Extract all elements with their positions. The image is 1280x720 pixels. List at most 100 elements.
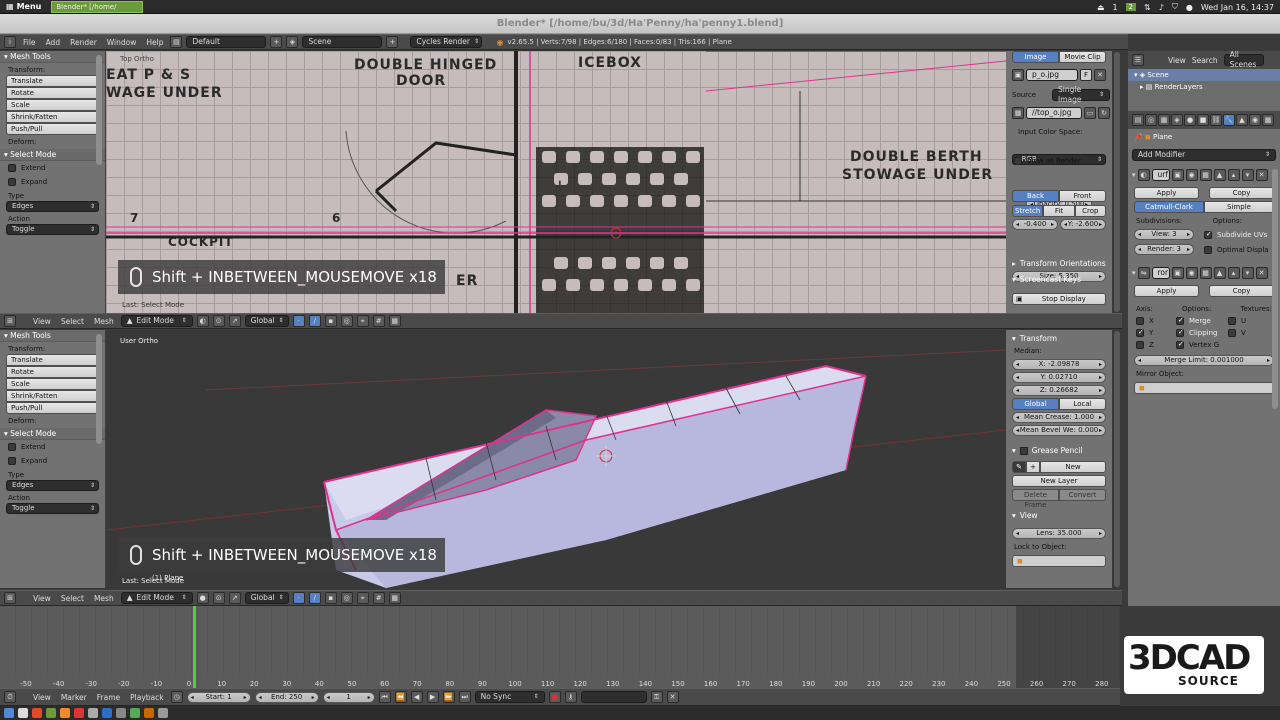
menu-select[interactable]: Select [58, 594, 87, 603]
median-x-field[interactable]: X: -2.09878 [1012, 359, 1106, 370]
median-z-field[interactable]: Z: 0.26682 [1012, 385, 1106, 396]
menu-render[interactable]: Render [67, 38, 100, 47]
tool-shelf-scrollbar[interactable] [96, 55, 102, 165]
extend-checkbox[interactable]: Extend [0, 440, 105, 454]
editmode-toggle-icon[interactable]: ▦ [1199, 169, 1212, 181]
image-app-icon[interactable] [144, 708, 154, 718]
user-ortho-viewport[interactable]: User Ortho Shift + INBETWEEN_MOUSEMOVE x… [106, 330, 1006, 588]
cage-toggle-icon[interactable]: ▲ [1213, 267, 1226, 279]
workspace-2[interactable]: 2 [1125, 3, 1137, 11]
outliner-filter-dropdown[interactable]: All Scenes [1223, 50, 1264, 69]
volume-icon[interactable]: ♪ [1159, 3, 1164, 12]
cage-toggle-icon[interactable]: ▲ [1213, 169, 1226, 181]
outliner-view-menu[interactable]: View [1168, 56, 1186, 65]
tab-movie-clip[interactable]: Movie Clip [1059, 51, 1106, 63]
proportional-edit-icon[interactable]: ◎ [340, 315, 353, 327]
fit-button[interactable]: Fit [1043, 205, 1075, 217]
pencil-icon[interactable]: ✎ [1012, 461, 1026, 473]
office-icon[interactable] [130, 708, 140, 718]
play-icon[interactable]: ▶ [426, 691, 439, 703]
translate-button[interactable]: Translate [6, 75, 99, 87]
render-tab-icon[interactable]: ◎ [1145, 114, 1157, 126]
timeline-area[interactable]: -50 -40 -30 -20 -10 0 10 20 30 40 50 60 70 80 90 100 110… [0, 606, 1120, 688]
mode-dropdown[interactable]: ▲ Edit Mode ⇕ [120, 315, 193, 327]
pivot-icon[interactable]: ⊙ [212, 592, 225, 604]
delete-frame-button[interactable]: Delete Frame [1012, 489, 1059, 509]
shrink-fatten-button[interactable]: Shrink/Fatten [6, 111, 99, 123]
viewport-toggle-icon[interactable]: ◉ [1185, 267, 1198, 279]
global-button[interactable]: Global [1012, 398, 1059, 410]
keying-set-icon[interactable]: ⚷ [564, 691, 577, 703]
tab-image[interactable]: Image [1012, 51, 1059, 63]
local-button[interactable]: Local [1059, 398, 1106, 410]
menu-mesh[interactable]: Mesh [91, 317, 117, 326]
terminal-icon[interactable] [46, 708, 56, 718]
editmode-toggle-icon[interactable]: ▦ [1199, 267, 1212, 279]
orientation-dropdown[interactable]: Global ⇕ [244, 315, 289, 327]
current-frame-field[interactable]: 1 [322, 691, 375, 703]
median-y-field[interactable]: Y: 0.02710 [1012, 372, 1106, 383]
screen-layout-icon[interactable]: ▤ [170, 36, 183, 48]
vertex-select-icon[interactable]: · [292, 592, 305, 604]
expand-checkbox[interactable]: Expand [0, 175, 105, 189]
world-tab-icon[interactable]: ● [1184, 114, 1196, 126]
menu-help[interactable]: Help [143, 38, 166, 47]
orientation-dropdown[interactable]: Global ⇕ [244, 592, 289, 604]
screencast-keys-header[interactable]: ▾ Screencast Keys [1006, 271, 1087, 286]
start-frame-field[interactable]: Start: 1 [186, 691, 251, 703]
clock[interactable]: Wed Jan 16, 14:37 [1201, 3, 1274, 12]
menu-view[interactable]: View [30, 594, 54, 603]
push-pull-button[interactable]: Push/Pull [6, 123, 99, 135]
mesh-tools-header[interactable]: ▾ Mesh Tools [0, 51, 105, 63]
texture-u-checkbox[interactable]: U [1224, 315, 1250, 327]
collapse-icon[interactable]: ▾ [1132, 171, 1136, 179]
mirror-object-field[interactable]: ◼ [1134, 382, 1274, 394]
menu-add[interactable]: Add [43, 38, 64, 47]
outliner-search-menu[interactable]: Search [1192, 56, 1218, 65]
unlink-image-icon[interactable]: ✕ [1094, 69, 1106, 81]
snap-icon[interactable]: ⌖ [356, 315, 369, 327]
manipulator-icon[interactable]: ↗ [228, 315, 241, 327]
insert-keyframe-icon[interactable]: ⚿ [650, 691, 663, 703]
merge-checkbox[interactable]: Merge [1172, 315, 1224, 327]
modifier-name-field[interactable]: urf [1151, 169, 1170, 181]
image-name-field[interactable]: p_o.jpg [1026, 69, 1078, 81]
copy-button[interactable]: Copy [1209, 285, 1274, 297]
image-browse-icon[interactable]: ▣ [1012, 69, 1024, 81]
settings-icon[interactable] [88, 708, 98, 718]
axis-x-checkbox[interactable]: X [1132, 315, 1172, 327]
timeline-icon[interactable]: ⏱ [4, 691, 16, 703]
editor-icon[interactable] [116, 708, 126, 718]
scene-icon[interactable]: ◈ [286, 36, 299, 48]
menu-view[interactable]: View [30, 317, 54, 326]
add-layout-icon[interactable]: + [270, 36, 283, 48]
fake-user-button[interactable]: F [1080, 69, 1092, 81]
action-dropdown[interactable]: Toggle [6, 224, 99, 235]
render-preview-icon[interactable]: ▦ [388, 592, 401, 604]
menu-mesh[interactable]: Mesh [91, 594, 117, 603]
render-engine-selector[interactable]: Cycles Render ⇕ [410, 36, 483, 48]
vertex-groups-checkbox[interactable]: Vertex G [1172, 339, 1224, 351]
move-up-icon[interactable]: ▴ [1227, 267, 1240, 279]
add-scene-icon[interactable]: + [386, 36, 399, 48]
sync-dropdown[interactable]: No Sync ⇕ [474, 691, 545, 703]
menu-window[interactable]: Window [104, 38, 140, 47]
select-mode-header[interactable]: ▾ Select Mode [0, 149, 105, 161]
source-dropdown[interactable]: Single Image ⇕ [1052, 85, 1110, 104]
offset-y-field[interactable]: Y: -2.600 [1060, 219, 1106, 230]
end-frame-field[interactable]: End: 250 [254, 691, 319, 703]
image-panel-scrollbar[interactable] [1114, 52, 1120, 312]
pivot-icon[interactable]: ⊙ [212, 315, 225, 327]
copy-button[interactable]: Copy [1209, 187, 1274, 199]
lock-object-field[interactable]: ◼ [1012, 555, 1106, 567]
user-icon[interactable]: ● [1186, 3, 1193, 12]
top-viewport[interactable]: Top Ortho EAT P & S WAGE UNDER DOUBLE HI… [106, 51, 1006, 313]
translate-button[interactable]: Translate [6, 354, 99, 366]
media-icon[interactable] [74, 708, 84, 718]
face-select-icon[interactable]: ▪ [324, 592, 337, 604]
viewport-toggle-icon[interactable]: ◉ [1185, 169, 1198, 181]
select-mode-header[interactable]: ▾ Select Mode [0, 428, 105, 440]
layout-selector[interactable]: Default [186, 36, 267, 48]
chat-icon[interactable] [102, 708, 112, 718]
back-button[interactable]: Back [1012, 190, 1059, 202]
